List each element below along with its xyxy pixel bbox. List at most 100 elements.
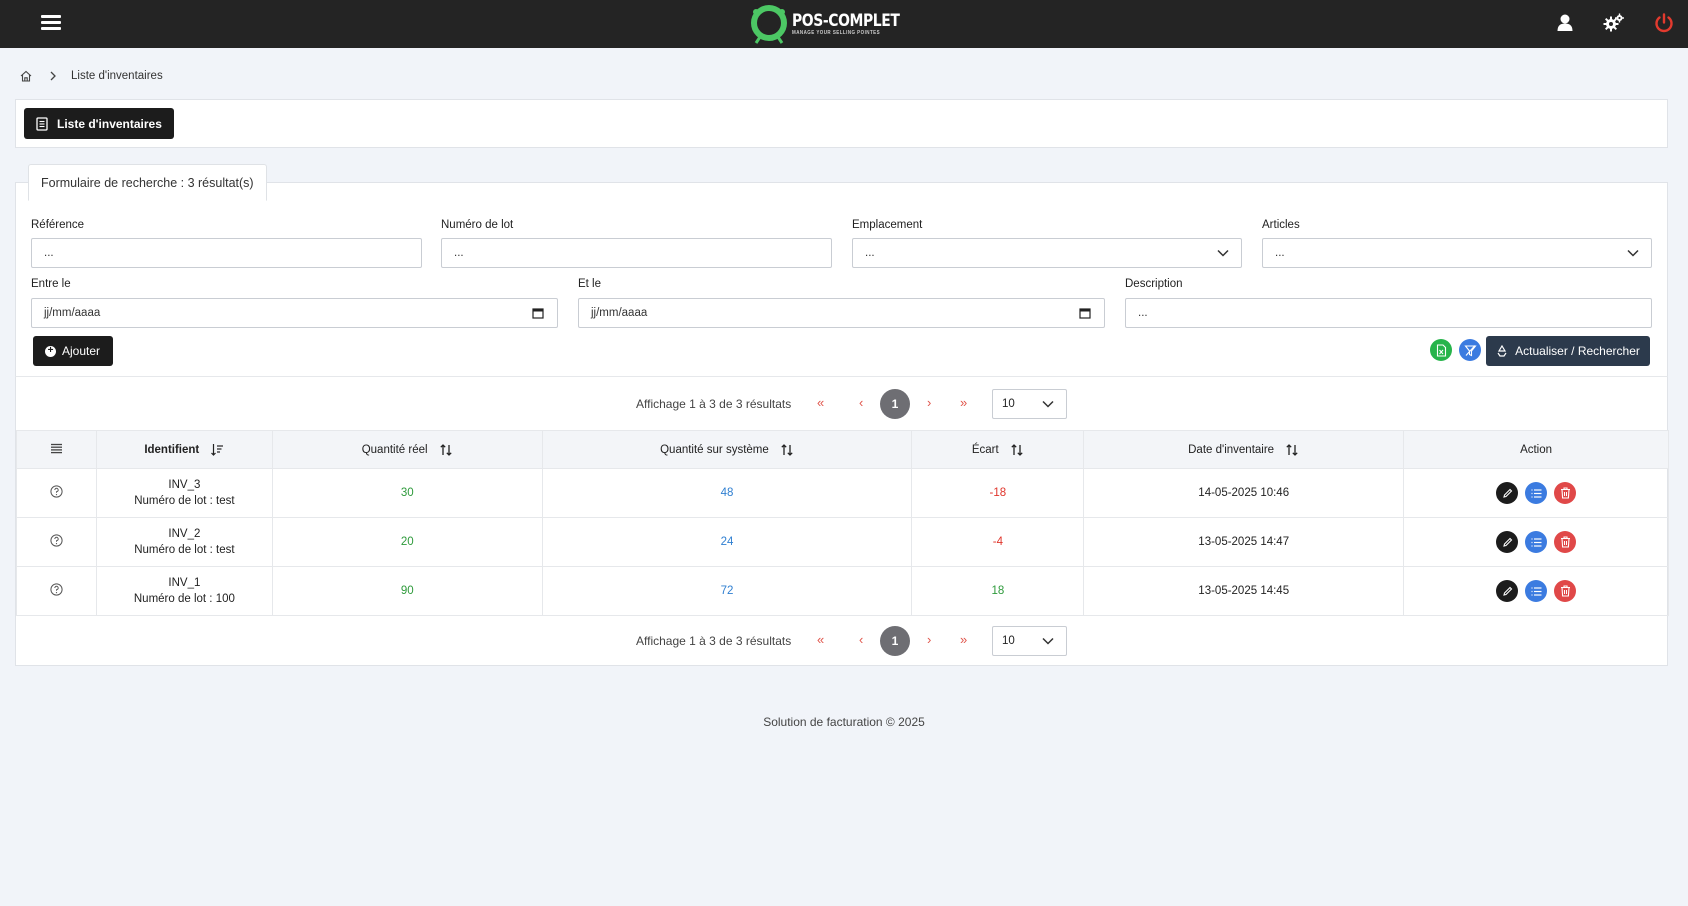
emplacement-label: Emplacement xyxy=(852,219,923,231)
header-date-inventaire[interactable]: Date d'inventaire xyxy=(1083,430,1405,469)
plus-circle-icon: + xyxy=(45,345,56,357)
page-size-select[interactable]: 10 xyxy=(992,626,1067,656)
details-button[interactable] xyxy=(1525,580,1548,602)
footer-text: Solution de facturation © 2025 xyxy=(763,715,925,729)
list-icon xyxy=(1531,537,1542,547)
cell-ecart: -18 xyxy=(911,468,1085,518)
last-page-button[interactable]: » xyxy=(960,632,967,647)
table-row: INV_2 Numéro de lot : test 20 24 -4 13-05… xyxy=(16,517,1669,567)
chevron-right-icon xyxy=(50,71,56,81)
app-logo[interactable]: POS-COMPLET MANAGE YOUR SELLING POINTES xyxy=(748,3,923,45)
results-card: Affichage 1 à 3 de 3 résultats « ‹ 1 › »… xyxy=(15,376,1669,666)
page-size-select[interactable]: 10 xyxy=(992,389,1067,419)
clear-filter-button[interactable] xyxy=(1459,339,1481,361)
sort-icon[interactable] xyxy=(780,443,794,457)
list-icon xyxy=(1531,488,1542,498)
header-identifient[interactable]: Identifient xyxy=(95,430,273,469)
calendar-icon[interactable] xyxy=(532,307,544,319)
next-page-button[interactable]: › xyxy=(927,395,931,410)
reference-input[interactable]: ... xyxy=(31,238,422,268)
excel-file-icon xyxy=(1436,343,1446,357)
trash-icon xyxy=(1560,536,1570,548)
power-icon[interactable] xyxy=(1653,12,1675,34)
cell-quantite-reel: 30 xyxy=(271,468,543,518)
inventory-table: Identifient Quantité réel Quantité sur s… xyxy=(16,430,1669,616)
cell-date: 13-05-2025 14:47 xyxy=(1083,517,1405,567)
entre-le-date-input[interactable]: jj/mm/aaaa xyxy=(31,298,558,328)
cell-quantite-reel: 20 xyxy=(271,517,543,567)
pagination-info: Affichage 1 à 3 de 3 résultats xyxy=(636,634,792,648)
column-menu-header[interactable] xyxy=(16,430,97,469)
prev-page-button[interactable]: ‹ xyxy=(859,395,863,410)
pagination-top: Affichage 1 à 3 de 3 résultats « ‹ 1 › »… xyxy=(16,389,1669,419)
page-1-button[interactable]: 1 xyxy=(880,389,910,419)
cell-quantite-systeme: 48 xyxy=(541,468,913,518)
pagination-info: Affichage 1 à 3 de 3 résultats xyxy=(636,397,792,411)
user-icon[interactable] xyxy=(1554,12,1576,34)
logo-title: POS-COMPLET xyxy=(792,10,900,31)
help-circle-icon[interactable] xyxy=(50,485,63,498)
first-page-button[interactable]: « xyxy=(817,395,824,410)
row-identifier: INV_1 xyxy=(168,577,201,589)
row-lot: Numéro de lot : test xyxy=(134,544,235,556)
description-input[interactable]: ... xyxy=(1125,298,1652,328)
export-excel-button[interactable] xyxy=(1430,339,1452,361)
breadcrumb-current[interactable]: Liste d'inventaires xyxy=(71,70,163,82)
list-menu-icon[interactable] xyxy=(50,443,63,454)
menu-toggle-icon[interactable] xyxy=(41,15,61,31)
cell-ecart: -4 xyxy=(911,517,1085,567)
help-circle-icon[interactable] xyxy=(50,534,63,547)
et-le-date-input[interactable]: jj/mm/aaaa xyxy=(578,298,1105,328)
delete-button[interactable] xyxy=(1554,531,1577,553)
help-circle-icon[interactable] xyxy=(50,583,63,596)
header-action: Action xyxy=(1403,430,1669,469)
delete-button[interactable] xyxy=(1554,580,1577,602)
sort-icon[interactable] xyxy=(439,443,453,457)
emplacement-select[interactable]: ... xyxy=(852,238,1242,268)
cell-quantite-reel: 90 xyxy=(271,566,543,616)
table-header-row: Identifient Quantité réel Quantité sur s… xyxy=(16,430,1669,469)
et-le-label: Et le xyxy=(578,278,602,290)
articles-label: Articles xyxy=(1262,219,1300,231)
delete-button[interactable] xyxy=(1554,482,1577,504)
prev-page-button[interactable]: ‹ xyxy=(859,632,863,647)
numero-lot-input[interactable]: ... xyxy=(441,238,832,268)
recycle-icon xyxy=(1497,345,1507,357)
sort-desc-icon[interactable] xyxy=(210,443,224,457)
edit-button[interactable] xyxy=(1496,531,1519,553)
details-button[interactable] xyxy=(1525,531,1548,553)
search-form-tab[interactable]: Formulaire de recherche : 3 résultat(s) xyxy=(28,164,267,201)
cell-quantite-systeme: 24 xyxy=(541,517,913,567)
calendar-icon[interactable] xyxy=(1079,307,1091,319)
edit-button[interactable] xyxy=(1496,482,1519,504)
sort-icon[interactable] xyxy=(1285,443,1299,457)
page-title: Liste d'inventaires xyxy=(57,116,162,131)
home-icon[interactable] xyxy=(19,69,33,83)
list-icon xyxy=(1531,586,1542,596)
header-quantite-reel[interactable]: Quantité réel xyxy=(271,430,543,469)
edit-button[interactable] xyxy=(1496,580,1519,602)
header-quantite-systeme[interactable]: Quantité sur système xyxy=(541,430,913,469)
pagination-bottom: Affichage 1 à 3 de 3 résultats « ‹ 1 › »… xyxy=(16,626,1669,656)
refresh-search-button[interactable]: Actualiser / Rechercher xyxy=(1486,336,1650,366)
last-page-button[interactable]: » xyxy=(960,395,967,410)
page-header-card: Liste d'inventaires xyxy=(15,99,1668,148)
description-label: Description xyxy=(1125,278,1183,290)
row-identifier: INV_2 xyxy=(168,528,201,540)
chevron-down-icon xyxy=(1217,249,1229,257)
chevron-down-icon xyxy=(1627,249,1639,257)
articles-select[interactable]: ... xyxy=(1262,238,1652,268)
filter-clear-icon xyxy=(1463,344,1477,356)
entre-le-label: Entre le xyxy=(31,278,71,290)
breadcrumb: Liste d'inventaires xyxy=(19,68,163,84)
settings-gears-icon[interactable] xyxy=(1603,12,1625,34)
next-page-button[interactable]: › xyxy=(927,632,931,647)
page-title-button[interactable]: Liste d'inventaires xyxy=(24,108,174,139)
page-1-button[interactable]: 1 xyxy=(880,626,910,656)
header-ecart[interactable]: Écart xyxy=(911,430,1085,469)
details-button[interactable] xyxy=(1525,482,1548,504)
first-page-button[interactable]: « xyxy=(817,632,824,647)
sort-icon[interactable] xyxy=(1010,443,1024,457)
add-button[interactable]: + Ajouter xyxy=(33,336,114,366)
pencil-icon xyxy=(1502,537,1512,547)
